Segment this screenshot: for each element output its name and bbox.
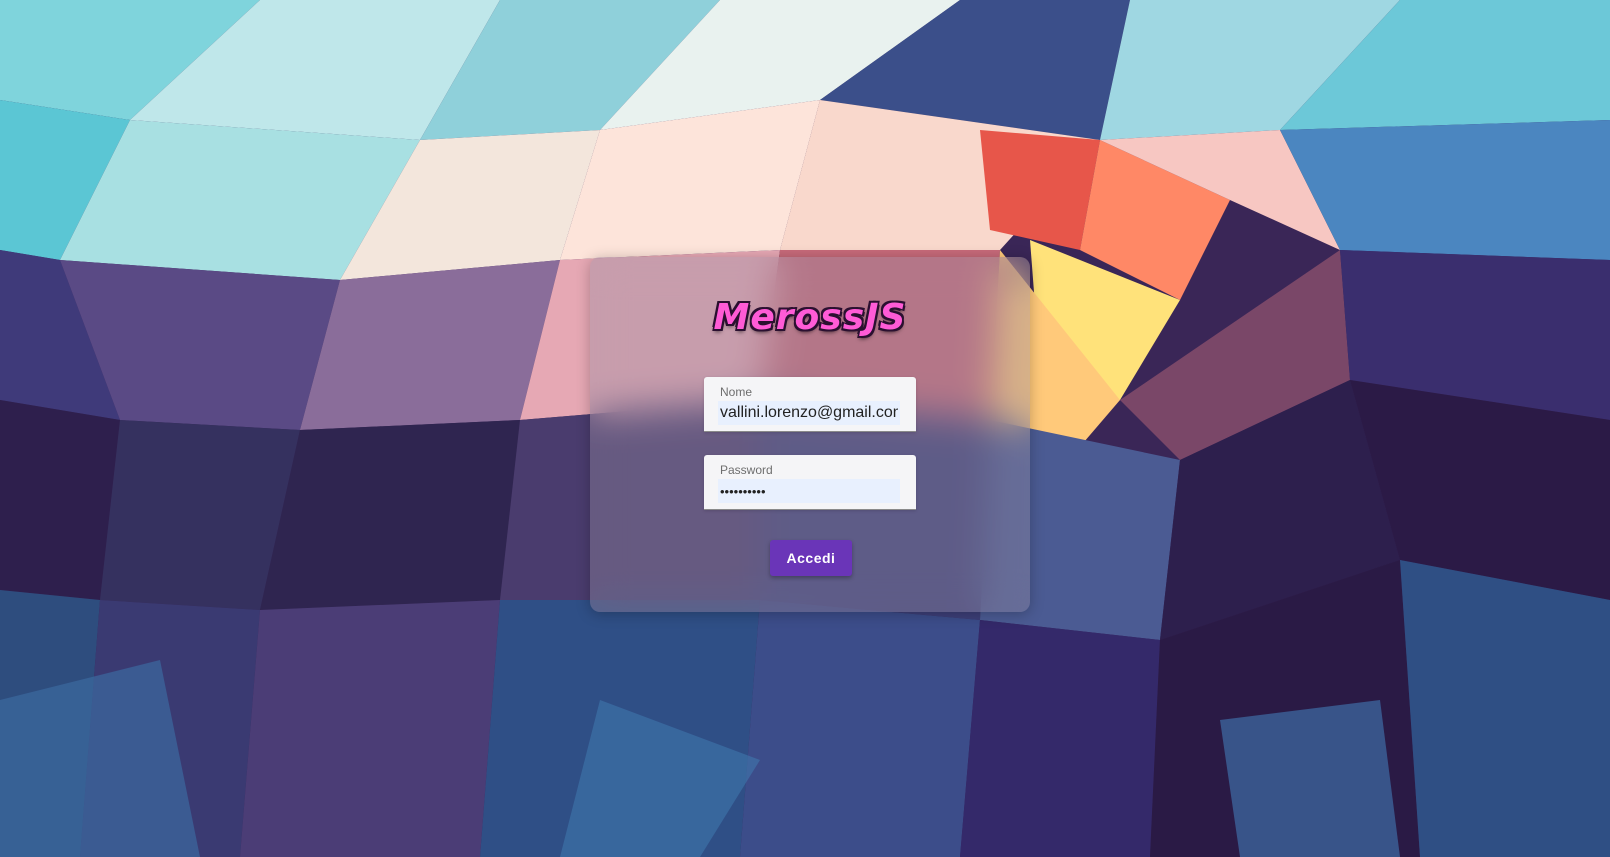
password-field-label: Password (720, 463, 773, 477)
name-field[interactable]: Nome (704, 377, 916, 432)
login-card: MerossJS Nome Password Accedi (590, 257, 1030, 612)
password-input[interactable] (718, 479, 900, 503)
login-button[interactable]: Accedi (770, 540, 852, 576)
name-input[interactable] (718, 401, 900, 425)
name-field-label: Nome (720, 385, 753, 399)
password-field[interactable]: Password (704, 455, 916, 510)
app-logo: MerossJS (713, 297, 907, 338)
